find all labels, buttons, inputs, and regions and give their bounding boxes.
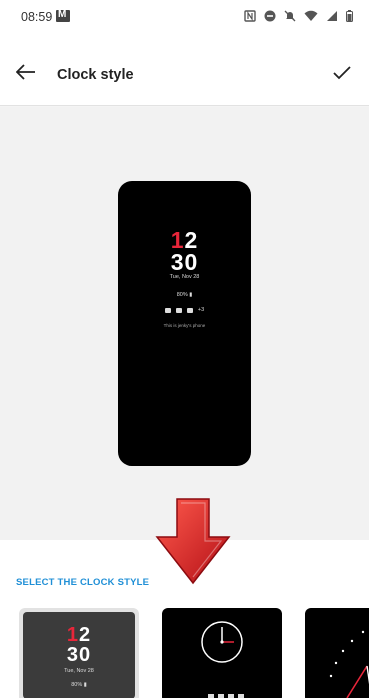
clock-style-option-minimal[interactable] (305, 608, 369, 698)
preview-message: This is jenky's phone (163, 323, 206, 328)
thumb-battery: 80% ▮ (71, 682, 87, 688)
phone-preview: 12 30 Tue, Nov 28 80% ▮ +3 This is jenky… (118, 181, 251, 466)
red-down-arrow-icon (155, 498, 231, 585)
status-icons (244, 8, 353, 24)
thumb-minute: 30 (66, 644, 92, 666)
check-icon (333, 66, 351, 80)
mail-icon (164, 307, 171, 313)
confirm-button[interactable] (329, 60, 355, 86)
clock-preview-area: 12 30 Tue, Nov 28 80% ▮ +3 This is jenky… (0, 107, 369, 540)
arrow-back-icon (16, 64, 35, 80)
mute-icon (284, 10, 296, 22)
app-bar: Clock style (0, 34, 369, 106)
preview-notifications: +3 (118, 307, 251, 313)
wifi-icon (304, 10, 318, 21)
thumb-date: Tue, Nov 28 (64, 668, 94, 674)
page-title: Clock style (57, 67, 134, 83)
nfc-icon (244, 10, 256, 22)
section-label: SELECT THE CLOCK STYLE (16, 577, 150, 588)
preview-minute: 30 (170, 249, 199, 275)
clock-style-thumbnails: 12 30 Tue, Nov 28 80% ▮ (0, 608, 369, 698)
facebook-icon (186, 307, 193, 313)
battery-icon (346, 10, 353, 22)
back-button[interactable] (12, 58, 40, 86)
more-notifications-count: +3 (197, 307, 205, 313)
minimal-clock-icon (329, 630, 369, 698)
analog-clock-icon (201, 621, 244, 698)
status-bar: 08:59 (0, 0, 369, 34)
preview-date: Tue, Nov 28 (169, 274, 200, 280)
status-time: 08:59 (21, 10, 53, 24)
clock-style-option-analog[interactable] (162, 608, 282, 698)
gmail-notification-icon (56, 9, 70, 22)
chat-icon (175, 307, 182, 313)
do-not-disturb-icon (264, 10, 276, 22)
clock-style-option-digital[interactable]: 12 30 Tue, Nov 28 80% ▮ (19, 608, 139, 698)
signal-icon (327, 11, 337, 21)
preview-battery: 80% ▮ (176, 292, 193, 298)
